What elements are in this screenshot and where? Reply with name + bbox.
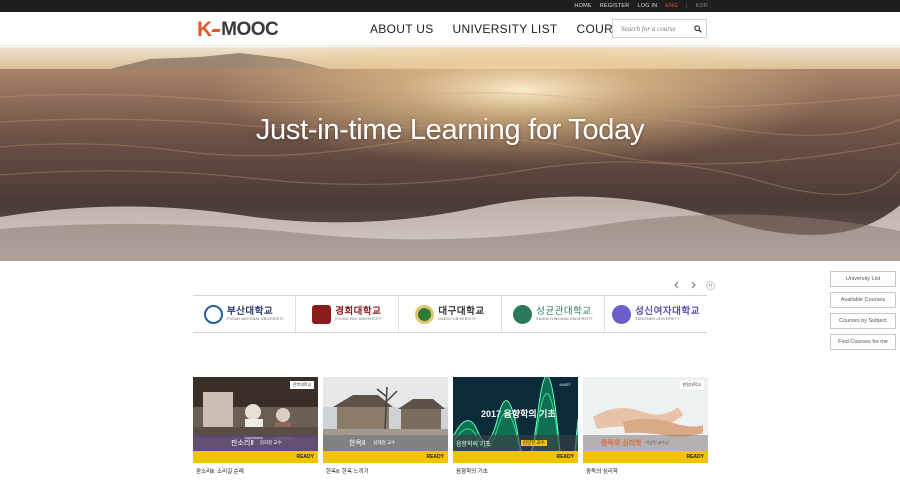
- chevron-left-icon[interactable]: [672, 280, 680, 290]
- university-name-ko: 부산대학교: [226, 306, 274, 317]
- caption-main: 음향학의 기초: [456, 441, 491, 448]
- search-icon[interactable]: [691, 20, 705, 37]
- university-badge: 한림대학교: [679, 381, 704, 389]
- course-cards: 전북대학교 판소리Ⅱ 김희정 교수 READY 판소리Ⅱ: 소리길 순례 한옥Ⅱ…: [193, 377, 708, 475]
- caption-professor: 남해정 교수: [373, 440, 396, 445]
- thumbnail-caption: 중독의 심리학 이상민 교수님: [583, 435, 708, 451]
- university-badge: KAIST: [556, 381, 574, 388]
- university-name: 부산대학교 PUSAN NATIONAL UNIVERSITY: [227, 306, 284, 322]
- login-link[interactable]: LOG IN: [637, 3, 657, 9]
- caption-main: 한옥Ⅱ: [349, 440, 366, 447]
- university-logo-sungkyunkwan[interactable]: 성균관대학교 SUNGKYUNKWAN UNIVERSITY: [502, 296, 605, 332]
- university-name-ko: 대구대학교: [438, 306, 485, 317]
- nav-university-list[interactable]: UNIVERSITY LIST: [453, 22, 558, 36]
- course-title[interactable]: 음향학의 기초: [453, 467, 578, 475]
- daegu-emblem-icon: [415, 304, 435, 324]
- side-quick-links: University List Available Courses Course…: [830, 271, 896, 350]
- course-title[interactable]: 중독의 심리학: [583, 467, 708, 475]
- hero-sea-image: [0, 47, 900, 261]
- logo-k: K: [197, 18, 212, 41]
- hero-banner: Just-in-time Learning for Today: [0, 47, 900, 261]
- status-badge: READY: [193, 451, 318, 463]
- status-badge: READY: [323, 451, 448, 463]
- thumbnail-overlay-title: 2017 음향학의 기초: [481, 409, 556, 419]
- thumbnail-caption: 한옥Ⅱ 남해정 교수: [323, 435, 448, 451]
- thumbnail-caption: 음향학의 기초 김양한 교수: [453, 435, 578, 451]
- sungkyunkwan-emblem-icon: [513, 304, 533, 324]
- home-link[interactable]: HOME: [574, 3, 591, 9]
- university-logo-kyunghee[interactable]: 경희대학교 KYUNG HEE UNIVERSITY: [296, 296, 399, 332]
- caption-main: 판소리Ⅱ: [231, 440, 254, 447]
- university-name-ko: 경희대학교: [335, 306, 382, 317]
- university-name-en: SUNGKYUNKWAN UNIVERSITY: [536, 317, 593, 321]
- available-courses-button[interactable]: Available Courses: [830, 292, 896, 308]
- course-thumbnail: KAIST 2017 음향학의 기초 음향학의 기초 김양한 교수 READY: [453, 377, 578, 463]
- kmooc-logo[interactable]: K MOOC: [197, 18, 279, 41]
- university-logo-pusan[interactable]: 부산대학교 PUSAN NATIONAL UNIVERSITY: [193, 296, 296, 332]
- logo-dash: [211, 28, 221, 32]
- kyunghee-emblem-icon: [312, 304, 332, 324]
- chevron-right-icon[interactable]: [689, 280, 697, 290]
- course-thumbnail: 한옥Ⅱ 남해정 교수 READY: [323, 377, 448, 463]
- university-name-en: PUSAN NATIONAL UNIVERSITY: [226, 317, 285, 321]
- university-list-button[interactable]: University List: [830, 271, 896, 287]
- course-thumbnail: 전북대학교 판소리Ⅱ 김희정 교수 READY: [193, 377, 318, 463]
- university-badge: 전북대학교: [289, 381, 314, 389]
- lang-kor-link[interactable]: KOR: [695, 3, 708, 9]
- course-title[interactable]: 한옥Ⅱ: 한옥 느끼기: [323, 467, 448, 475]
- course-card[interactable]: KAIST 2017 음향학의 기초 음향학의 기초 김양한 교수 READY …: [453, 377, 578, 475]
- course-card[interactable]: 한림대학교 중독의 심리학 이상민 교수님 READY 중독의 심리학: [583, 377, 708, 475]
- university-name-en: DAEGU UNIVERSITY: [438, 317, 477, 321]
- search-input[interactable]: [613, 20, 691, 37]
- main-header: K MOOC ABOUT US UNIVERSITY LIST COURSES: [0, 12, 900, 46]
- caption-professor: 이상민 교수님: [645, 440, 669, 445]
- university-carousel-controls: [672, 280, 715, 290]
- course-thumbnail: 한림대학교 중독의 심리학 이상민 교수님 READY: [583, 377, 708, 463]
- caption-main: 중독의 심리학: [601, 440, 642, 447]
- university-name-en: SUNGSHIN UNIVERSITY: [635, 317, 680, 321]
- status-badge: READY: [453, 451, 578, 463]
- search-box: [612, 19, 707, 38]
- find-courses-button[interactable]: Find Courses for me: [830, 334, 896, 350]
- course-title[interactable]: 판소리Ⅱ: 소리길 순례: [193, 467, 318, 475]
- university-name: 대구대학교 DAEGU UNIVERSITY: [438, 306, 484, 322]
- course-card[interactable]: 한옥Ⅱ 남해정 교수 READY 한옥Ⅱ: 한옥 느끼기: [323, 377, 448, 475]
- register-link[interactable]: REGISTER: [600, 3, 630, 9]
- top-utility-bar: HOME REGISTER LOG IN ENG | KOR: [0, 0, 900, 12]
- university-name-en: KYUNG HEE UNIVERSITY: [335, 317, 382, 321]
- courses-by-subject-button[interactable]: Courses by Subject: [830, 313, 896, 329]
- hero-title: Just-in-time Learning for Today: [255, 114, 645, 146]
- nav-about-us[interactable]: ABOUT US: [370, 22, 434, 36]
- university-logo-daegu[interactable]: 대구대학교 DAEGU UNIVERSITY: [399, 296, 502, 332]
- lang-eng-link[interactable]: ENG: [665, 3, 678, 9]
- sungshin-emblem-icon: [612, 304, 632, 324]
- university-name: 성균관대학교 SUNGKYUNKWAN UNIVERSITY: [536, 306, 593, 322]
- pause-icon[interactable]: [706, 280, 715, 290]
- university-name: 경희대학교 KYUNG HEE UNIVERSITY: [335, 306, 382, 322]
- course-card[interactable]: 전북대학교 판소리Ⅱ 김희정 교수 READY 판소리Ⅱ: 소리길 순례: [193, 377, 318, 475]
- lang-separator: |: [685, 3, 688, 9]
- university-logo-sungshin[interactable]: 성신여자대학교 SUNGSHIN UNIVERSITY: [605, 296, 707, 332]
- caption-professor: 김희정 교수: [259, 440, 282, 445]
- thumbnail-caption: 판소리Ⅱ 김희정 교수: [193, 435, 318, 451]
- utility-links: HOME REGISTER LOG IN ENG | KOR: [574, 0, 708, 12]
- university-logo-strip: 부산대학교 PUSAN NATIONAL UNIVERSITY 경희대학교 KY…: [193, 295, 707, 333]
- university-name-ko: 성균관대학교: [536, 306, 592, 317]
- logo-mooc: MOOC: [221, 19, 279, 40]
- status-badge: READY: [583, 451, 708, 463]
- university-name: 성신여자대학교 SUNGSHIN UNIVERSITY: [635, 306, 700, 322]
- caption-professor: 김양한 교수: [520, 440, 547, 446]
- university-name-ko: 성신여자대학교: [635, 306, 700, 317]
- pusan-emblem-icon: [203, 304, 223, 324]
